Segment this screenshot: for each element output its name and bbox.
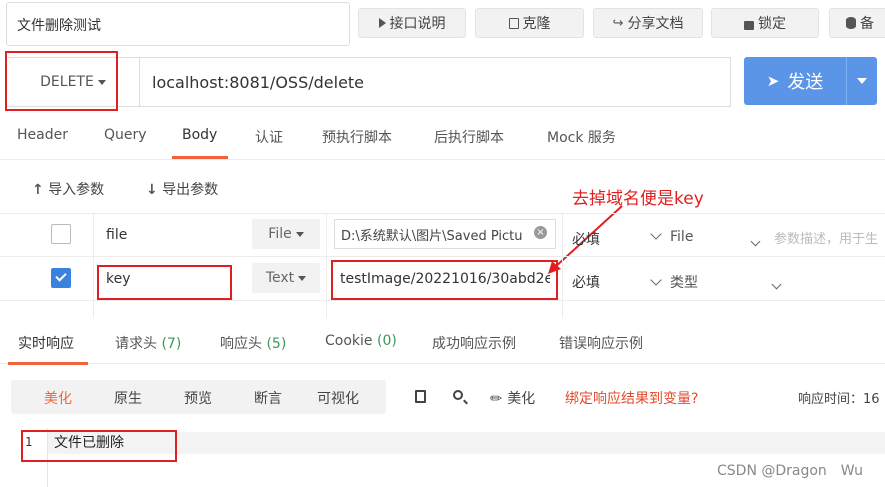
caret-down-icon (295, 231, 304, 237)
export-params-button[interactable]: ↓ 导出参数 (146, 179, 218, 199)
bind-response-link[interactable]: 绑定响应结果到变量? (565, 388, 698, 408)
param-description[interactable]: 参数描述，用于生 (774, 228, 878, 247)
paper-plane-icon: ➤ (766, 72, 780, 90)
param-value-file[interactable]: D:\系统默认\图片\Saved Pictu (334, 219, 556, 249)
lock-button[interactable]: 锁定 (711, 8, 819, 38)
caret-down-icon (298, 275, 307, 281)
chevron-down-icon[interactable] (750, 236, 761, 247)
tab-header[interactable]: Header (17, 127, 68, 143)
chevron-down-icon (650, 228, 662, 240)
col-line (562, 213, 563, 318)
divider (0, 159, 885, 160)
table-top-line (0, 213, 885, 214)
annotation-box-key (97, 265, 232, 300)
tab-success-example[interactable]: 成功响应示例 (432, 333, 516, 353)
share-doc-button[interactable]: ↪ 分享文档 (593, 8, 703, 38)
param-required[interactable]: 必填 (572, 272, 600, 292)
tab-post-script[interactable]: 后执行脚本 (434, 127, 504, 147)
param-type-select[interactable]: File (252, 219, 320, 249)
copy-icon (508, 17, 519, 29)
response-time: 响应时间：16 (798, 392, 880, 407)
annotation-box-value (331, 260, 558, 300)
param-name[interactable]: file (106, 227, 127, 243)
param-type-select[interactable]: Text (252, 263, 320, 293)
tab-pre-script[interactable]: 预执行脚本 (322, 127, 392, 147)
tab-query[interactable]: Query (104, 127, 147, 143)
caret-down-icon (857, 78, 867, 84)
col-line (93, 213, 94, 318)
view-mode-preview[interactable]: 预览 (184, 388, 212, 408)
param-checkbox-checked[interactable] (51, 268, 71, 288)
database-icon (846, 17, 856, 29)
param-required[interactable]: 必填 (572, 229, 600, 249)
beautify-button[interactable]: ✎ 美化 (487, 388, 535, 409)
annotation-box-method (5, 51, 118, 111)
param-value-type[interactable]: File (650, 228, 693, 245)
check-icon (55, 270, 67, 282)
annotation-box-response (21, 430, 177, 462)
tab-auth[interactable]: 认证 (255, 127, 283, 147)
play-icon (378, 18, 386, 28)
request-name: 文件删除测试 (17, 18, 101, 34)
search-icon[interactable] (453, 390, 463, 400)
tab-body[interactable]: Body (182, 127, 217, 143)
tab-realtime-response[interactable]: 实时响应 (18, 333, 74, 353)
watermark: CSDN @Dragon Wu (717, 463, 864, 479)
copy-icon[interactable] (415, 390, 426, 403)
chevron-down-icon (650, 274, 662, 286)
arrow-up-icon: ↑ (32, 182, 44, 198)
arrow-down-icon: ↓ (146, 182, 158, 198)
chevron-down-icon[interactable] (772, 279, 782, 290)
send-dropdown-button[interactable] (846, 57, 877, 105)
param-checkbox[interactable] (51, 224, 71, 244)
tab-active-underline (8, 362, 88, 365)
clone-button[interactable]: 克隆 (475, 8, 584, 38)
lock-icon (744, 20, 754, 30)
view-mode-beautify[interactable]: 美化 (44, 388, 72, 408)
search-icon-handle (463, 399, 468, 405)
param-value-type[interactable]: 类型 (650, 272, 698, 292)
view-mode-visualize[interactable]: 可视化 (317, 388, 359, 408)
tab-error-example[interactable]: 错误响应示例 (559, 333, 643, 353)
tab-cookie[interactable]: Cookie (0) (325, 333, 397, 349)
api-doc-button[interactable]: 接口说明 (358, 8, 466, 38)
import-params-button[interactable]: ↑ 导入参数 (32, 179, 104, 199)
share-icon: ↪ (612, 15, 624, 31)
clear-icon[interactable]: × (534, 226, 547, 239)
table-row-line (0, 256, 885, 257)
backup-button[interactable]: 备 (829, 8, 885, 38)
request-name-box[interactable]: 文件删除测试 (6, 2, 350, 46)
col-line (326, 213, 327, 318)
magic-wand-icon: ✎ (487, 389, 507, 409)
table-row-line (0, 300, 885, 301)
view-mode-assert[interactable]: 断言 (254, 388, 282, 408)
url-input[interactable]: localhost:8081/OSS/delete (139, 57, 731, 107)
view-mode-raw[interactable]: 原生 (114, 388, 142, 408)
tab-response-headers[interactable]: 响应头 (5) (220, 333, 286, 353)
tab-request-headers[interactable]: 请求头 (7) (115, 333, 181, 353)
send-button[interactable]: ➤ 发送 (744, 57, 846, 105)
tab-mock[interactable]: Mock 服务 (547, 127, 616, 147)
